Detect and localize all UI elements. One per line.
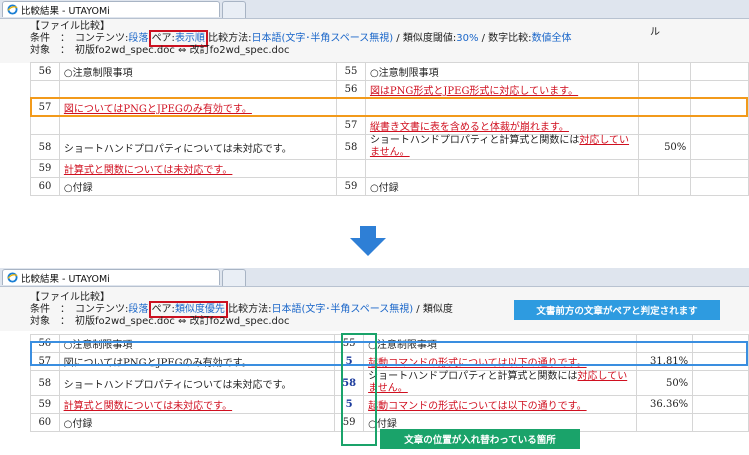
tab-active[interactable]: 比較結果 - UTAYOMi bbox=[2, 1, 220, 17]
tab-bar: 比較結果 - UTAYOMi bbox=[0, 268, 749, 287]
down-arrow-icon bbox=[350, 226, 386, 256]
compare-header: 【ファイル比較】 条件 ： コンテンツ:段落 ペア:表示順 比較方法:日本語(文… bbox=[0, 19, 749, 63]
target-line: 対象 ： 初版fo2wd_spec.doc ⇔ 改訂fo2wd_spec.doc bbox=[30, 316, 290, 327]
condition-line: 条件 ： コンテンツ:段落 ペア:表示順 比較方法:日本語(文字･半角スペース無… bbox=[30, 30, 572, 47]
table-row: 58 ショートハンドプロパティについては未対応です。 58 ショートハンドプロパテ… bbox=[30, 134, 749, 160]
highlight-green bbox=[341, 333, 377, 446]
table-row: 60 ○付録 59 ○付録 bbox=[30, 177, 749, 196]
tab-title: 比較結果 - UTAYOMi bbox=[21, 273, 110, 285]
table-row: 59 計算式と関数については未対応です。 bbox=[30, 159, 749, 178]
new-tab[interactable] bbox=[222, 1, 246, 18]
tab-title: 比較結果 - UTAYOMi bbox=[21, 5, 110, 17]
condition-line: 条件 ： コンテンツ:段落 ペア:類似度優先 比較方法:日本語(文字･半角スペー… bbox=[30, 301, 453, 318]
pair-setting: ペア:表示順 bbox=[148, 30, 208, 47]
ie-icon bbox=[7, 4, 18, 15]
highlight-orange bbox=[30, 97, 748, 117]
ie-icon bbox=[7, 272, 18, 283]
header-title: 【ファイル比較】 bbox=[30, 21, 110, 32]
highlight-blue bbox=[30, 341, 748, 366]
table-row: 57 縦書き文書に表を含めると体裁が崩れます。 bbox=[30, 116, 749, 135]
new-tab[interactable] bbox=[222, 269, 246, 286]
table-row: 56 図はPNG形式とJPEG形式に対応しています。 bbox=[30, 80, 749, 99]
pair-setting: ペア:類似度優先 bbox=[148, 301, 228, 318]
callout-swap: 文章の位置が入れ替わっている箇所 bbox=[380, 429, 580, 449]
compare-table: 56 ○注意制限事項 55 ○注意制限事項 56 図はPNG形式とJPEG形式に対応し… bbox=[30, 62, 749, 196]
header-title: 【ファイル比較】 bbox=[30, 292, 110, 303]
target-line: 対象 ： 初版fo2wd_spec.doc ⇔ 改訂fo2wd_spec.doc bbox=[30, 45, 290, 56]
side-text: ル bbox=[650, 27, 660, 38]
table-row: 56 ○注意制限事項 55 ○注意制限事項 bbox=[30, 62, 749, 81]
callout-pair: 文書前方の文章がペアと判定されます bbox=[514, 300, 720, 320]
tab-bar: 比較結果 - UTAYOMi bbox=[0, 0, 749, 19]
tab-active[interactable]: 比較結果 - UTAYOMi bbox=[2, 269, 220, 285]
table-row: 59 計算式と関数については未対応です。 5 起動コマンドの形式については以下の通り… bbox=[30, 395, 749, 414]
table-row: 58 ショートハンドプロパティについては未対応です。 58 ショートハンドプロパテ… bbox=[30, 370, 749, 396]
